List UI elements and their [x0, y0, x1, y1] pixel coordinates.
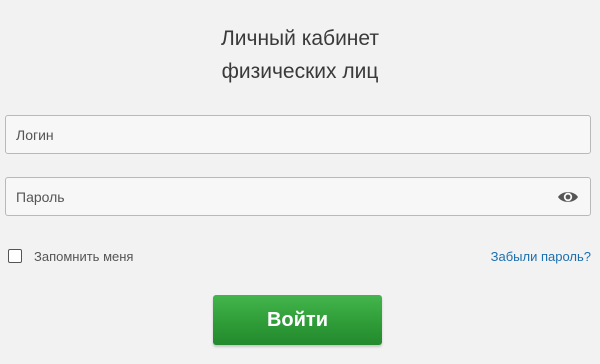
- page-title-line-2: физических лиц: [221, 60, 379, 83]
- remember-me-checkbox[interactable]: [8, 249, 22, 263]
- eye-icon[interactable]: [557, 187, 579, 207]
- password-input[interactable]: [6, 178, 590, 215]
- page-title-line-1: Личный кабинет: [221, 27, 379, 50]
- login-field-container: [5, 115, 591, 154]
- remember-me[interactable]: Запомнить меня: [8, 247, 133, 265]
- forgot-password-link[interactable]: Забыли пароль?: [491, 249, 591, 264]
- page-title: Личный кабинет физических лиц: [0, 22, 600, 88]
- login-button[interactable]: Войти: [213, 295, 382, 345]
- remember-me-label: Запомнить меня: [34, 248, 134, 264]
- login-input[interactable]: [6, 116, 590, 153]
- login-panel: Личный кабинет физических лиц Запомнить …: [0, 0, 600, 364]
- password-field-container: [5, 177, 591, 216]
